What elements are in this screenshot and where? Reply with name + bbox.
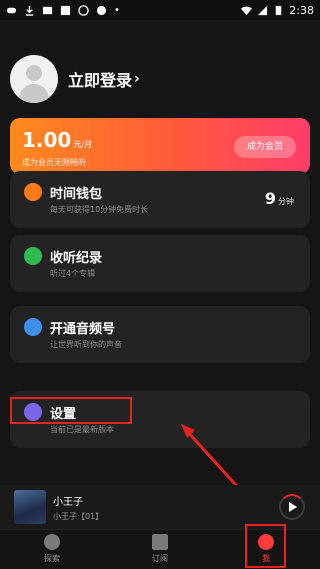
compass-icon — [78, 4, 89, 16]
play-button[interactable] — [279, 494, 305, 520]
profile-header[interactable]: 立即登录 › — [10, 55, 140, 103]
image-icon — [42, 6, 53, 14]
vip-price-value: 1.00 — [22, 128, 72, 152]
me-highlight-box — [245, 524, 286, 568]
more-dots-icon: • — [114, 4, 120, 16]
battery-icon — [276, 5, 282, 15]
listen-history-desc: 听过4个专辑 — [50, 269, 96, 278]
explore-icon — [44, 534, 60, 550]
time-wallet-desc: 每天可获得10分钟免费时长 — [50, 205, 149, 214]
vip-card[interactable]: 1.00 元/月 成为会员无限畅听 成为会员 — [10, 118, 310, 174]
subscribe-icon — [152, 534, 168, 550]
clock: 2:38 — [289, 3, 314, 17]
play-icon — [289, 502, 297, 512]
time-wallet-balance: 9 分钟 — [265, 189, 294, 208]
download-icon — [25, 5, 34, 16]
time-wallet-item[interactable]: 时间钱包 每天可获得10分钟免费时长 9 分钟 — [10, 171, 310, 228]
time-wallet-unit: 分钟 — [278, 197, 294, 206]
login-label: 立即登录 — [68, 71, 133, 90]
vip-price: 1.00 元/月 — [22, 128, 92, 152]
login-link[interactable]: 立即登录 › — [68, 67, 140, 91]
history-icon — [24, 247, 42, 265]
listen-history-title: 收听纪录 — [50, 251, 103, 266]
vip-subtitle: 成为会员无限畅听 — [22, 158, 86, 167]
listen-history-item[interactable]: 收听纪录 听过4个专辑 — [10, 235, 310, 292]
chevron-right-icon: › — [134, 71, 140, 87]
tab-explore[interactable]: 探索 — [22, 534, 82, 564]
audio-channel-title: 开通音频号 — [50, 322, 116, 337]
channel-icon — [24, 318, 42, 336]
player-subtitle: 小王子【01】 — [53, 512, 104, 521]
player-title: 小王子 — [53, 497, 83, 508]
settings-highlight-box — [10, 397, 132, 424]
audio-channel-desc: 让世界听到你的声音 — [50, 340, 122, 349]
become-member-button[interactable]: 成为会员 — [234, 136, 296, 158]
chat-icon — [96, 5, 107, 15]
gamepad-icon — [6, 7, 17, 13]
tab-subscribe-label: 订阅 — [152, 554, 168, 563]
vip-price-unit: 元/月 — [73, 140, 93, 149]
status-bar: • 2:38 — [0, 0, 320, 20]
time-wallet-value: 9 — [264, 189, 276, 208]
time-wallet-title: 时间钱包 — [50, 187, 103, 202]
avatar[interactable] — [10, 55, 58, 103]
wallet-icon — [24, 183, 42, 201]
mini-player[interactable]: 小王子 小王子【01】 — [0, 485, 320, 529]
signal-icon — [258, 5, 268, 15]
album-cover[interactable] — [14, 490, 46, 524]
square-icon — [60, 5, 71, 15]
tab-subscribe[interactable]: 订阅 — [130, 534, 190, 564]
audio-channel-item[interactable]: 开通音频号 让世界听到你的声音 — [10, 306, 310, 363]
wifi-icon — [241, 6, 253, 15]
settings-desc: 当前已是最新版本 — [50, 425, 114, 434]
tab-explore-label: 探索 — [44, 554, 60, 563]
